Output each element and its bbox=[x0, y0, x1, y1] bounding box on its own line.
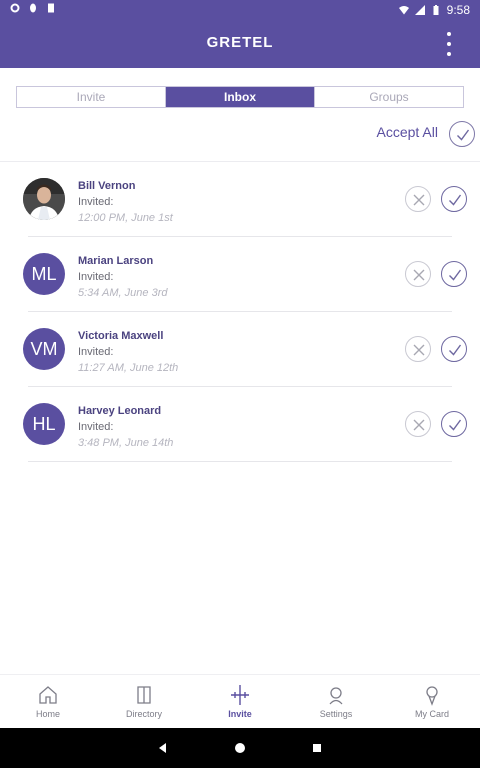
reject-button[interactable] bbox=[405, 336, 431, 362]
status-bar: 9:58 bbox=[0, 0, 480, 20]
close-icon bbox=[413, 344, 425, 356]
tab-inbox[interactable]: Inbox bbox=[166, 87, 315, 107]
close-icon bbox=[413, 194, 425, 206]
check-icon bbox=[449, 419, 462, 431]
invite-name: Harvey Leonard bbox=[78, 405, 162, 417]
menu-dot bbox=[447, 52, 451, 56]
wifi-icon bbox=[398, 6, 409, 15]
invite-status: Invited: bbox=[78, 421, 114, 433]
accept-button[interactable] bbox=[441, 336, 467, 362]
nav-directory-label: Directory bbox=[125, 709, 162, 719]
menu-dot bbox=[447, 32, 451, 36]
recents-icon[interactable] bbox=[310, 741, 324, 755]
tab-groups[interactable]: Groups bbox=[315, 87, 463, 107]
overflow-menu-button[interactable] bbox=[444, 32, 454, 56]
signal-icon bbox=[414, 5, 425, 15]
nav-settings-label: Settings bbox=[319, 709, 353, 719]
nav-my-card[interactable]: My Card bbox=[384, 675, 480, 728]
accept-button[interactable] bbox=[441, 261, 467, 287]
nav-invite-label: Invite bbox=[228, 709, 252, 719]
invite-time: 3:48 PM, June 14th bbox=[78, 437, 174, 449]
settings-status-icon bbox=[10, 3, 20, 13]
invite-name: Victoria Maxwell bbox=[78, 330, 164, 342]
avatar[interactable]: HL bbox=[23, 403, 65, 445]
list-item: VM Victoria Maxwell Invited: 11:27 AM, J… bbox=[0, 312, 480, 387]
status-time: 9:58 bbox=[446, 3, 470, 17]
home-icon bbox=[39, 686, 57, 704]
accept-button[interactable] bbox=[441, 411, 467, 437]
check-icon bbox=[457, 129, 470, 141]
list-item: Bill Vernon Invited: 12:00 PM, June 1st bbox=[0, 162, 480, 237]
reject-button[interactable] bbox=[405, 186, 431, 212]
invite-status: Invited: bbox=[78, 271, 114, 283]
sd-card-status-icon bbox=[48, 3, 54, 13]
segment-tabs: Invite Inbox Groups bbox=[16, 86, 464, 108]
accept-all-button[interactable] bbox=[449, 121, 475, 147]
invite-status: Invited: bbox=[78, 346, 114, 358]
invite-time: 11:27 AM, June 12th bbox=[78, 362, 179, 374]
nav-home-label: Home bbox=[35, 709, 60, 719]
back-icon[interactable] bbox=[156, 741, 170, 755]
close-icon bbox=[413, 419, 425, 431]
row-divider bbox=[28, 461, 452, 462]
invite-name: Bill Vernon bbox=[78, 180, 136, 192]
invite-time: 12:00 PM, June 1st bbox=[78, 212, 173, 224]
accept-button[interactable] bbox=[441, 186, 467, 212]
invite-time: 5:34 AM, June 3rd bbox=[78, 287, 168, 299]
invite-status: Invited: bbox=[78, 196, 114, 208]
avatar[interactable] bbox=[23, 178, 65, 220]
bottom-nav: Home Directory Invite Settings My Card bbox=[0, 674, 480, 728]
profile-photo bbox=[23, 178, 65, 220]
reject-button[interactable] bbox=[405, 261, 431, 287]
accept-all-label[interactable]: Accept All bbox=[377, 124, 438, 140]
tab-invite[interactable]: Invite bbox=[17, 87, 166, 107]
list-item: ML Marian Larson Invited: 5:34 AM, June … bbox=[0, 237, 480, 312]
nav-home[interactable]: Home bbox=[0, 675, 96, 728]
reject-button[interactable] bbox=[405, 411, 431, 437]
home-nav-icon[interactable] bbox=[233, 741, 247, 755]
app-logo: GRETEL bbox=[206, 34, 274, 51]
settings-icon bbox=[329, 687, 343, 705]
avatar[interactable]: VM bbox=[23, 328, 65, 370]
check-icon bbox=[449, 344, 462, 356]
check-icon bbox=[449, 194, 462, 206]
close-icon bbox=[413, 269, 425, 281]
shield-status-icon bbox=[30, 3, 36, 13]
directory-icon bbox=[137, 686, 151, 704]
list-item: HL Harvey Leonard Invited: 3:48 PM, June… bbox=[0, 387, 480, 462]
check-icon bbox=[449, 269, 462, 281]
menu-dot bbox=[447, 42, 451, 46]
nav-directory[interactable]: Directory bbox=[96, 675, 192, 728]
invite-icon bbox=[231, 685, 249, 705]
avatar[interactable]: ML bbox=[23, 253, 65, 295]
nav-invite[interactable]: Invite bbox=[192, 675, 288, 728]
app-bar: GRETEL bbox=[0, 20, 480, 68]
system-nav-bar bbox=[0, 728, 480, 768]
invite-name: Marian Larson bbox=[78, 255, 154, 267]
battery-icon bbox=[433, 5, 439, 15]
my-card-icon bbox=[426, 686, 438, 706]
nav-my-card-label: My Card bbox=[414, 709, 449, 719]
nav-settings[interactable]: Settings bbox=[288, 675, 384, 728]
